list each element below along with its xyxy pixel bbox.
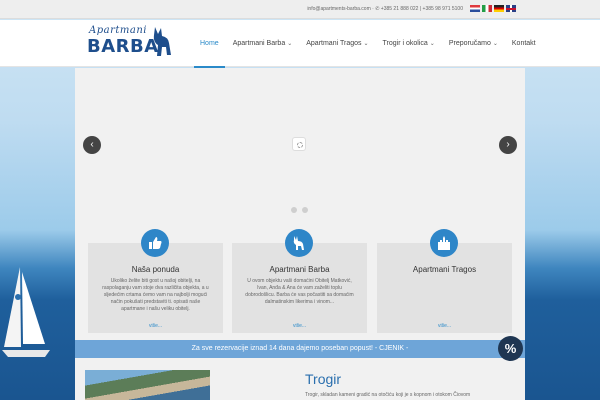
slider-next-button[interactable]: › [499, 136, 517, 154]
slider-dots [291, 207, 308, 213]
flag-en-icon[interactable] [506, 5, 516, 12]
logo-word-text: BARBA [87, 36, 159, 57]
language-switcher [470, 5, 516, 12]
flag-hr-icon[interactable] [470, 5, 480, 12]
card-text [377, 278, 512, 318]
main-nav: Home Apartmani Barba ⌄ Apartmani Tragos ⌄ … [194, 40, 550, 68]
nav-apartmani-barba[interactable]: Apartmani Barba ⌄ [233, 40, 293, 67]
nav-trogir-okolica[interactable]: Trogir i okolica ⌄ [383, 40, 435, 67]
contact-info: info@apartments-barba.com · ✆ +385 21 88… [307, 6, 463, 12]
nav-kontakt[interactable]: Kontakt [512, 40, 536, 67]
feature-card-apartmani-barba: Apartmani Barba U ovom objektu vaši doma… [232, 229, 367, 333]
card-text: U ovom objektu vaši domaćini Obitelj Mat… [245, 278, 354, 305]
discount-badge[interactable]: % [498, 336, 523, 361]
donkey-icon [285, 229, 313, 257]
flag-de-icon[interactable] [494, 5, 504, 12]
thumbs-up-icon [141, 229, 169, 257]
slider-dot[interactable] [291, 207, 297, 213]
card-title: Apartmani Tragos [412, 265, 477, 274]
feature-card-apartmani-tragos: Apartmani Tragos više... [377, 229, 512, 333]
card-text: Ukoliko želite biti gost u našoj obitelj… [102, 278, 209, 312]
email-link[interactable]: info@apartments-barba.com [307, 6, 370, 12]
chevron-down-icon: ⌄ [287, 41, 293, 47]
logo-script-text: Apartmani [89, 25, 147, 36]
nav-apartmani-tragos[interactable]: Apartmani Tragos ⌄ [306, 40, 368, 67]
nav-preporucamo[interactable]: Preporučamo ⌄ [449, 40, 498, 67]
flag-it-icon[interactable] [482, 5, 492, 12]
card-more-link[interactable]: više... [377, 323, 512, 329]
chevron-down-icon: ⌄ [429, 41, 435, 47]
chevron-down-icon: ⌄ [363, 41, 369, 47]
card-more-link[interactable]: više... [88, 323, 223, 329]
donkey-logo-icon [153, 27, 171, 56]
nav-home[interactable]: Home [194, 40, 225, 68]
slider-dot[interactable] [302, 207, 308, 213]
site-logo[interactable]: Apartmani BARBA [85, 23, 177, 63]
trogir-intro-text: Trogir, skladan kameni gradić na otočiću… [305, 392, 471, 398]
sailboat-image [2, 267, 50, 357]
chevron-down-icon: ⌄ [492, 41, 498, 47]
castle-icon [430, 229, 458, 257]
site-header: Apartmani BARBA Home Apartmani Barba ⌄ Ap… [0, 20, 600, 68]
phone-numbers: +385 21 888 022 | +385 98 971 5100 [380, 6, 463, 12]
card-more-link[interactable]: više... [232, 323, 367, 329]
top-bar: info@apartments-barba.com · ✆ +385 21 88… [0, 0, 600, 19]
card-title: Apartmani Barba [269, 265, 330, 274]
main-content: ‹ › Naša ponuda Ukoliko želite biti gost… [75, 68, 525, 400]
slider-loading-icon [292, 137, 306, 151]
feature-card-nasa-ponuda: Naša ponuda Ukoliko želite biti gost u n… [88, 229, 223, 333]
card-title: Naša ponuda [131, 265, 180, 274]
trogir-heading: Trogir [305, 371, 342, 387]
promo-banner[interactable]: Za sve rezervacije iznad 14 dana dajemo … [75, 340, 525, 358]
trogir-photo [85, 370, 210, 400]
slider-prev-button[interactable]: ‹ [83, 136, 101, 154]
